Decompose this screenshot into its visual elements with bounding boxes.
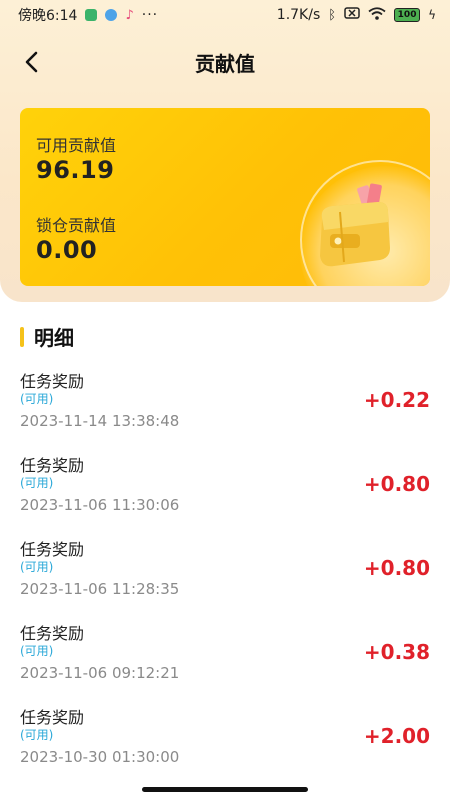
records-list: 任务奖励 (可用) 2023-11-14 13:38:48 +0.22 任务奖励… bbox=[0, 362, 450, 782]
locked-label: 锁仓贡献值 bbox=[36, 216, 117, 235]
home-indicator[interactable] bbox=[142, 787, 308, 792]
cloud-icon bbox=[105, 9, 118, 21]
list-item[interactable]: 任务奖励 (可用) 2023-11-14 13:38:48 +0.22 bbox=[0, 362, 450, 446]
more-dots-icon: ··· bbox=[141, 7, 159, 23]
record-amount: +0.80 bbox=[363, 472, 430, 496]
list-item[interactable]: 任务奖励 (可用) 2023-11-06 11:28:35 +0.80 bbox=[0, 530, 450, 614]
record-title: 任务奖励 bbox=[20, 540, 85, 559]
wifi-icon bbox=[368, 6, 386, 24]
section-accent-bar bbox=[20, 326, 24, 347]
wallet-icon bbox=[310, 178, 400, 278]
record-time: 2023-11-06 11:28:35 bbox=[20, 580, 180, 598]
record-time: 2023-11-14 13:38:48 bbox=[20, 412, 180, 430]
record-title: 任务奖励 bbox=[20, 708, 85, 727]
list-item[interactable]: 任务奖励 (可用) 2023-11-06 11:30:06 +0.80 bbox=[0, 446, 450, 530]
bluetooth-icon: ᛒ bbox=[328, 7, 337, 23]
section-title: 明细 bbox=[34, 326, 74, 350]
record-time: 2023-11-06 09:12:21 bbox=[20, 664, 180, 682]
page-title: 贡献值 bbox=[195, 51, 255, 76]
record-amount: +2.00 bbox=[363, 724, 430, 748]
charging-icon: ϟ bbox=[428, 8, 436, 22]
record-title: 任务奖励 bbox=[20, 456, 85, 475]
page-header: 贡献值 bbox=[0, 38, 450, 86]
music-icon: ♪ bbox=[125, 7, 134, 23]
record-amount: +0.22 bbox=[363, 388, 430, 412]
shield-icon bbox=[85, 9, 98, 21]
record-tag: (可用) bbox=[20, 476, 54, 490]
record-time: 2023-10-30 01:30:00 bbox=[20, 748, 180, 766]
record-title: 任务奖励 bbox=[20, 624, 85, 643]
no-sim-icon bbox=[344, 7, 360, 23]
available-value: 96.19 bbox=[36, 156, 115, 184]
locked-value: 0.00 bbox=[36, 236, 98, 264]
record-tag: (可用) bbox=[20, 728, 54, 742]
record-tag: (可用) bbox=[20, 392, 54, 406]
record-title: 任务奖励 bbox=[20, 372, 85, 391]
record-amount: +0.80 bbox=[363, 556, 430, 580]
status-bar-right: 1.7K/s ᛒ 100 ϟ bbox=[276, 6, 436, 24]
record-time: 2023-11-06 11:30:06 bbox=[20, 496, 180, 514]
status-time: 傍晚6:14 bbox=[18, 8, 78, 24]
status-bar-left: 傍晚6:14 ♪ ··· bbox=[18, 5, 158, 25]
record-tag: (可用) bbox=[20, 644, 54, 658]
contribution-summary-card: 可用贡献值 96.19 锁仓贡献值 0.00 bbox=[20, 108, 430, 286]
available-label: 可用贡献值 bbox=[36, 136, 117, 155]
record-amount: +0.38 bbox=[363, 640, 430, 664]
list-item[interactable]: 任务奖励 (可用) 2023-11-06 09:12:21 +0.38 bbox=[0, 614, 450, 698]
chevron-left-icon bbox=[25, 51, 38, 73]
status-bar: 傍晚6:14 ♪ ··· 1.7K/s ᛒ 100 ϟ bbox=[0, 0, 450, 30]
record-tag: (可用) bbox=[20, 560, 54, 574]
battery-icon: 100 bbox=[394, 8, 421, 22]
back-button[interactable] bbox=[16, 46, 48, 78]
list-item[interactable]: 任务奖励 (可用) 2023-10-30 01:30:00 +2.00 bbox=[0, 698, 450, 782]
detail-section-header: 明细 bbox=[20, 322, 74, 351]
network-speed: 1.7K/s bbox=[276, 7, 321, 23]
